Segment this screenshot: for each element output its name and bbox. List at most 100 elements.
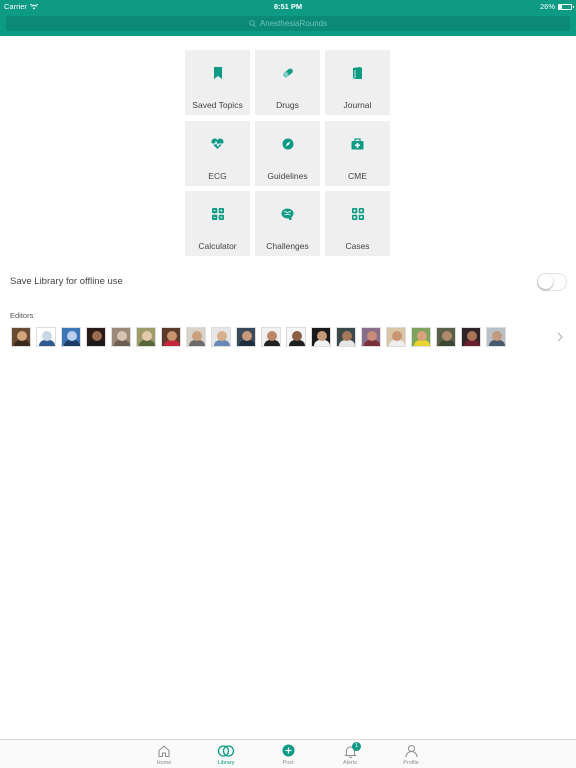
avatar-face xyxy=(317,331,327,341)
status-bar: Carrier 8:51 PM 26% xyxy=(0,0,576,13)
tile-drugs[interactable]: Drugs xyxy=(255,50,320,115)
tab-label: Profile xyxy=(403,760,419,766)
editor-avatar[interactable] xyxy=(336,327,356,347)
editor-avatar[interactable] xyxy=(11,327,31,347)
editor-avatar[interactable] xyxy=(161,327,181,347)
editor-avatar[interactable] xyxy=(436,327,456,347)
bookmark-icon xyxy=(213,67,222,79)
avatar-face xyxy=(167,331,177,341)
avatar-body xyxy=(414,340,430,346)
editor-avatar[interactable] xyxy=(486,327,506,347)
tile-label: Saved Topics xyxy=(192,100,243,110)
editor-avatar[interactable] xyxy=(236,327,256,347)
tab-library[interactable]: Library xyxy=(206,743,246,768)
tab-post[interactable]: Post xyxy=(268,743,308,768)
calculator-grid-icon xyxy=(211,208,224,220)
avatar-face xyxy=(292,331,302,341)
editor-avatar[interactable] xyxy=(386,327,406,347)
editor-avatar[interactable] xyxy=(211,327,231,347)
editor-avatar[interactable] xyxy=(186,327,206,347)
avatar-face xyxy=(442,331,452,341)
editor-avatar[interactable] xyxy=(36,327,56,347)
tab-home[interactable]: Home xyxy=(144,743,184,768)
avatar-face xyxy=(492,331,502,341)
avatar-face xyxy=(467,331,477,341)
chevron-right-icon[interactable] xyxy=(556,331,564,343)
avatar-body xyxy=(489,340,505,346)
editor-avatar[interactable] xyxy=(61,327,81,347)
editors-title: Editors xyxy=(10,311,34,320)
editor-avatar[interactable] xyxy=(111,327,131,347)
tile-saved-topics[interactable]: Saved Topics xyxy=(185,50,250,115)
tile-cme[interactable]: CME xyxy=(325,120,390,186)
tab-label: Alerts xyxy=(342,760,358,766)
search-icon xyxy=(249,20,256,27)
avatar-body xyxy=(314,340,330,346)
tab-label: Home xyxy=(156,760,172,766)
avatar-face xyxy=(17,331,27,341)
pill-icon xyxy=(282,68,293,78)
avatar-body xyxy=(139,340,155,346)
avatar-face xyxy=(392,331,402,341)
editor-avatar[interactable] xyxy=(311,327,331,347)
tile-guidelines[interactable]: Guidelines xyxy=(255,120,320,186)
app-header: Carrier 8:51 PM 26% AnesthesiaRounds xyxy=(0,0,576,36)
avatar-body xyxy=(289,340,305,346)
avatar-face xyxy=(267,331,277,341)
tile-journal[interactable]: Journal xyxy=(325,50,390,115)
avatar-body xyxy=(364,340,380,346)
avatar-body xyxy=(239,340,255,346)
editor-avatar[interactable] xyxy=(286,327,306,347)
editor-avatar[interactable] xyxy=(86,327,106,347)
avatar-body xyxy=(389,340,405,346)
battery-icon xyxy=(558,3,574,10)
tile-label: Drugs xyxy=(276,100,299,110)
tile-ecg[interactable]: ECG xyxy=(185,120,250,186)
avatar-face xyxy=(192,331,202,341)
library-rings-icon xyxy=(217,745,235,757)
battery-level-fill xyxy=(559,4,563,9)
avatar-body xyxy=(339,340,355,346)
avatar-face xyxy=(217,331,227,341)
compass-icon xyxy=(282,138,293,149)
avatar-face xyxy=(42,331,52,341)
tile-label: CME xyxy=(348,170,367,181)
battery-cap xyxy=(572,5,574,8)
avatar-face xyxy=(92,331,102,341)
toggle-knob xyxy=(538,274,553,289)
editor-avatar[interactable] xyxy=(411,327,431,347)
tile-label: ECG xyxy=(208,170,227,181)
tile-cases[interactable]: Cases xyxy=(325,191,390,256)
offline-toggle[interactable] xyxy=(537,273,567,291)
tab-label: Post xyxy=(282,760,294,766)
tab-label: Library xyxy=(217,760,235,766)
search-input[interactable]: AnesthesiaRounds xyxy=(6,16,570,31)
tile-label: Cases xyxy=(345,241,370,251)
home-icon xyxy=(158,745,170,757)
avatar-body xyxy=(439,340,455,346)
editor-avatar[interactable] xyxy=(136,327,156,347)
medical-kit-icon xyxy=(351,137,364,149)
offline-label: Save Library for offline use xyxy=(10,276,123,287)
battery-group: 26% xyxy=(539,2,574,11)
tile-label: Challenges xyxy=(266,241,309,251)
editor-avatar[interactable] xyxy=(361,327,381,347)
tile-challenges[interactable]: Challenges xyxy=(255,191,320,256)
book-icon xyxy=(353,67,362,79)
editor-avatar[interactable] xyxy=(261,327,281,347)
add-circle-icon xyxy=(282,744,294,757)
avatar-body xyxy=(214,340,230,346)
battery-percent: 26% xyxy=(539,2,555,11)
avatar-body xyxy=(464,340,480,346)
editor-avatar[interactable] xyxy=(461,327,481,347)
person-icon xyxy=(405,745,417,758)
avatar-body xyxy=(189,340,205,346)
avatar-body xyxy=(264,340,280,346)
search-placeholder: AnesthesiaRounds xyxy=(259,19,328,28)
brain-icon xyxy=(281,208,294,220)
heart-pulse-icon xyxy=(211,137,224,149)
tile-calculator[interactable]: Calculator xyxy=(185,191,250,256)
tab-profile[interactable]: Profile xyxy=(391,743,431,768)
avatar-body xyxy=(14,340,30,346)
tab-alerts[interactable]: 1 Alerts xyxy=(330,742,370,768)
